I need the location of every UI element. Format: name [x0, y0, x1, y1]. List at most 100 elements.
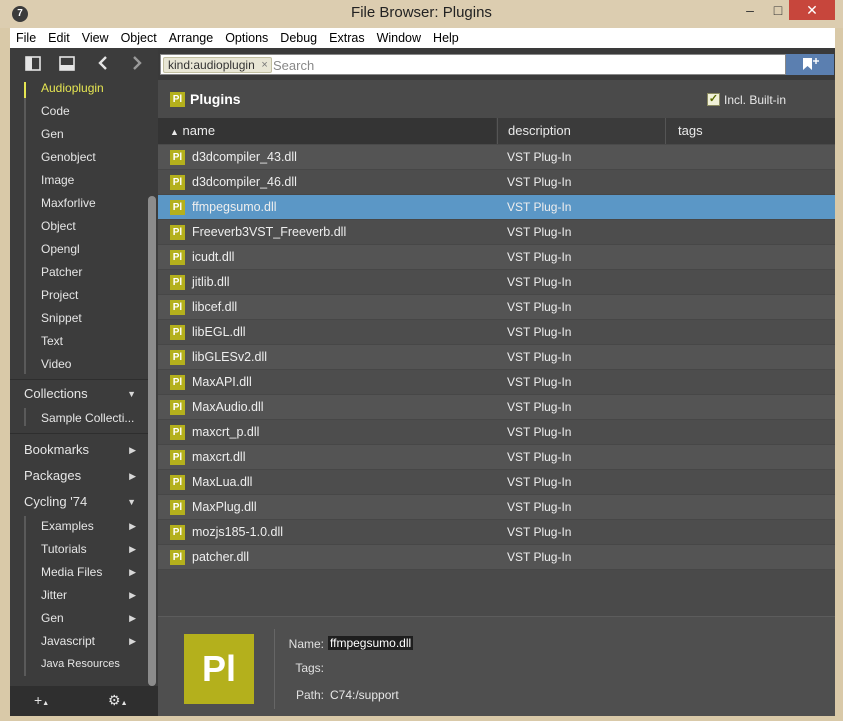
table-row[interactable]: Pl MaxLua.dll VST Plug-In [158, 470, 835, 495]
table-row[interactable]: Pl maxcrt_p.dll VST Plug-In [158, 420, 835, 445]
sidebar-item-maxforlive[interactable]: Maxforlive [10, 192, 150, 214]
row-name: ffmpegsumo.dll [192, 200, 277, 214]
row-name: maxcrt.dll [192, 450, 246, 464]
row-name: libGLESv2.dll [192, 350, 268, 364]
details-panel: Pl Name: ffmpegsumo.dll Tags: Path: C74:… [158, 616, 835, 716]
menu-options[interactable]: Options [219, 31, 274, 45]
minimize-button[interactable]: – [736, 0, 764, 20]
table-row[interactable]: Pl patcher.dll VST Plug-In [158, 545, 835, 570]
sidebar-item-object[interactable]: Object [10, 215, 150, 237]
plugin-badge-icon: Pl [170, 425, 185, 440]
close-button[interactable]: ✕ [789, 0, 835, 20]
table-row[interactable]: Pl ffmpegsumo.dll VST Plug-In [158, 195, 835, 220]
menu-arrange[interactable]: Arrange [163, 31, 219, 45]
sidebar-item-gen[interactable]: Gen [10, 123, 150, 145]
tutorials-label: Tutorials [41, 542, 87, 556]
menu-window[interactable]: Window [371, 31, 427, 45]
menu-edit[interactable]: Edit [42, 31, 76, 45]
sidebar-collections[interactable]: Collections ▼ [10, 383, 150, 405]
plugin-badge-icon: Pl [170, 325, 185, 340]
table-row[interactable]: Pl Freeverb3VST_Freeverb.dll VST Plug-In [158, 220, 835, 245]
table-row[interactable]: Pl mozjs185-1.0.dll VST Plug-In [158, 520, 835, 545]
menu-object[interactable]: Object [115, 31, 163, 45]
include-builtin-checkbox[interactable]: ✓ [707, 93, 720, 106]
settings-button[interactable]: ⚙▲ [108, 692, 128, 709]
collections-label: Collections [24, 386, 88, 401]
sidebar-item-jitter[interactable]: Jitter ▶ [10, 584, 150, 606]
sidebar-item-code[interactable]: Code [10, 100, 150, 122]
sidebar-item-project[interactable]: Project [10, 284, 150, 306]
table-row[interactable]: Pl icudt.dll VST Plug-In [158, 245, 835, 270]
row-name: libcef.dll [192, 300, 238, 314]
sidebar-item-opengl[interactable]: Opengl [10, 238, 150, 260]
filter-tag-label: kind:audioplugin [168, 58, 255, 72]
table-row[interactable]: Pl MaxAPI.dll VST Plug-In [158, 370, 835, 395]
sidebar-item-sample-collection[interactable]: Sample Collecti... [10, 407, 150, 429]
row-name: libEGL.dll [192, 325, 246, 339]
sidebar-item-media-files[interactable]: Media Files ▶ [10, 561, 150, 583]
chevron-right-icon: ▶ [129, 567, 136, 577]
sidebar-packages[interactable]: Packages ▶ [10, 465, 150, 487]
table-row[interactable]: Pl MaxAudio.dll VST Plug-In [158, 395, 835, 420]
sidebar-scrollbar[interactable] [148, 196, 156, 686]
path-label: Path: [295, 688, 324, 702]
content-pane: kind:audioplugin × Pl Plugins ✓ Incl. Bu… [158, 48, 835, 716]
sidebar-item-java-resources[interactable]: Java Resources [10, 653, 150, 675]
list-header: Pl Plugins ✓ Incl. Built-in [158, 82, 835, 116]
sidebar-item-javascript[interactable]: Javascript ▶ [10, 630, 150, 652]
menu-debug[interactable]: Debug [274, 31, 323, 45]
row-description: VST Plug-In [507, 475, 572, 489]
row-name: mozjs185-1.0.dll [192, 525, 284, 539]
toggle-details-icon[interactable] [58, 56, 76, 72]
column-description[interactable]: description [497, 118, 665, 144]
sidebar-cycling74[interactable]: Cycling '74 ▼ [10, 491, 150, 513]
table-row[interactable]: Pl jitlib.dll VST Plug-In [158, 270, 835, 295]
row-description: VST Plug-In [507, 450, 572, 464]
menu-help[interactable]: Help [427, 31, 465, 45]
menu-file[interactable]: File [10, 31, 42, 45]
sidebar-item-genobject[interactable]: Genobject [10, 146, 150, 168]
table-row[interactable]: Pl MaxPlug.dll VST Plug-In [158, 495, 835, 520]
table-row[interactable]: Pl maxcrt.dll VST Plug-In [158, 445, 835, 470]
sidebar-toolbar [10, 48, 158, 80]
table-row[interactable]: Pl libEGL.dll VST Plug-In [158, 320, 835, 345]
remove-tag-icon[interactable]: × [261, 58, 267, 72]
table-row[interactable]: Pl d3dcompiler_43.dll VST Plug-In [158, 145, 835, 170]
toggle-sidebar-icon[interactable] [24, 56, 42, 72]
menu-extras[interactable]: Extras [323, 31, 370, 45]
column-tags[interactable]: tags [665, 118, 835, 144]
table-row[interactable]: Pl libcef.dll VST Plug-In [158, 295, 835, 320]
column-name[interactable]: ▲ name [158, 118, 496, 144]
sidebar-item-examples[interactable]: Examples ▶ [10, 515, 150, 537]
add-button[interactable]: +▲ [34, 692, 49, 708]
sidebar-item-image[interactable]: Image [10, 169, 150, 191]
plugin-badge-icon: Pl [170, 475, 185, 490]
table-row[interactable]: Pl libGLESv2.dll VST Plug-In [158, 345, 835, 370]
plus-icon: + [34, 692, 43, 708]
name-value[interactable]: ffmpegsumo.dll [328, 636, 414, 650]
sidebar-item-tutorials[interactable]: Tutorials ▶ [10, 538, 150, 560]
sidebar-bookmarks[interactable]: Bookmarks ▶ [10, 439, 150, 461]
back-arrow-icon[interactable] [94, 56, 112, 72]
sidebar-divider [10, 433, 150, 434]
filter-tag[interactable]: kind:audioplugin × [163, 57, 272, 73]
sidebar-item-video[interactable]: Video [10, 353, 150, 375]
row-description: VST Plug-In [507, 425, 572, 439]
maximize-button[interactable]: □ [764, 0, 792, 20]
search-field[interactable]: kind:audioplugin × [160, 54, 786, 75]
cycling74-label: Cycling '74 [24, 494, 88, 509]
table-row[interactable]: Pl d3dcompiler_46.dll VST Plug-In [158, 170, 835, 195]
sidebar-item-snippet[interactable]: Snippet [10, 307, 150, 329]
add-bookmark-button[interactable] [786, 54, 834, 75]
sidebar-item-text[interactable]: Text [10, 330, 150, 352]
sidebar-item-audioplugin[interactable]: Audioplugin [10, 80, 150, 99]
search-input[interactable] [273, 57, 773, 73]
sidebar-item-gen-folder[interactable]: Gen ▶ [10, 607, 150, 629]
plugin-badge-icon: Pl [170, 275, 185, 290]
include-builtin-label[interactable]: Incl. Built-in [724, 93, 786, 107]
forward-arrow-icon[interactable] [128, 56, 146, 72]
gear-icon: ⚙ [108, 692, 121, 708]
row-name: patcher.dll [192, 550, 249, 564]
menu-view[interactable]: View [76, 31, 115, 45]
sidebar-item-patcher[interactable]: Patcher [10, 261, 150, 283]
